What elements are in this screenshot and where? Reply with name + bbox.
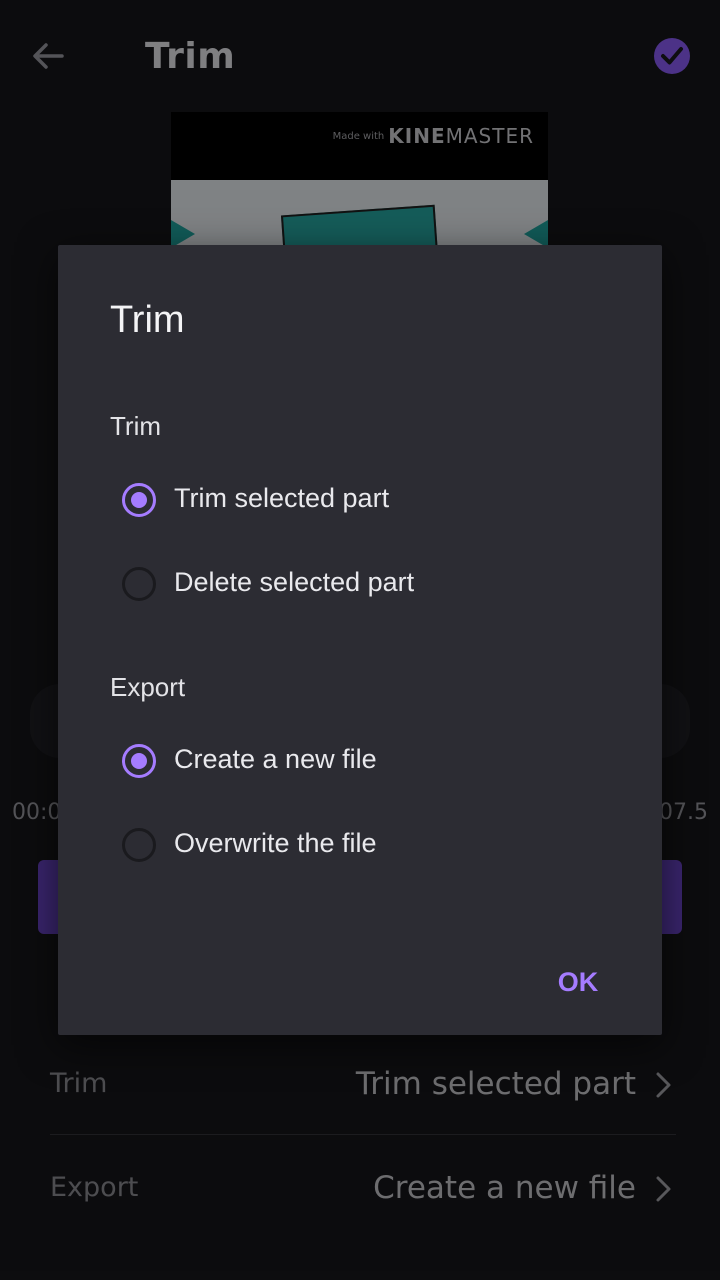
- radio-label: Trim selected part: [174, 483, 390, 513]
- radio-button-unchecked[interactable]: [122, 567, 156, 601]
- radio-label: Create a new file: [174, 744, 377, 774]
- ok-button[interactable]: OK: [538, 957, 618, 1007]
- radio-button-checked[interactable]: [122, 483, 156, 517]
- radio-label: Overwrite the file: [174, 828, 377, 858]
- radio-trim-selected-part[interactable]: Trim selected part: [110, 467, 630, 537]
- section-label-export: Export: [110, 672, 186, 702]
- radio-delete-selected-part[interactable]: Delete selected part: [110, 551, 630, 621]
- trim-dialog: Trim Trim Trim selected part Delete sele…: [58, 245, 662, 1035]
- radio-button-checked[interactable]: [122, 744, 156, 778]
- dialog-title: Trim: [110, 299, 185, 341]
- section-label-trim: Trim: [110, 411, 162, 441]
- radio-create-new-file[interactable]: Create a new file: [110, 728, 630, 798]
- radio-label: Delete selected part: [174, 567, 415, 597]
- radio-overwrite-file[interactable]: Overwrite the file: [110, 812, 630, 882]
- radio-button-unchecked[interactable]: [122, 828, 156, 862]
